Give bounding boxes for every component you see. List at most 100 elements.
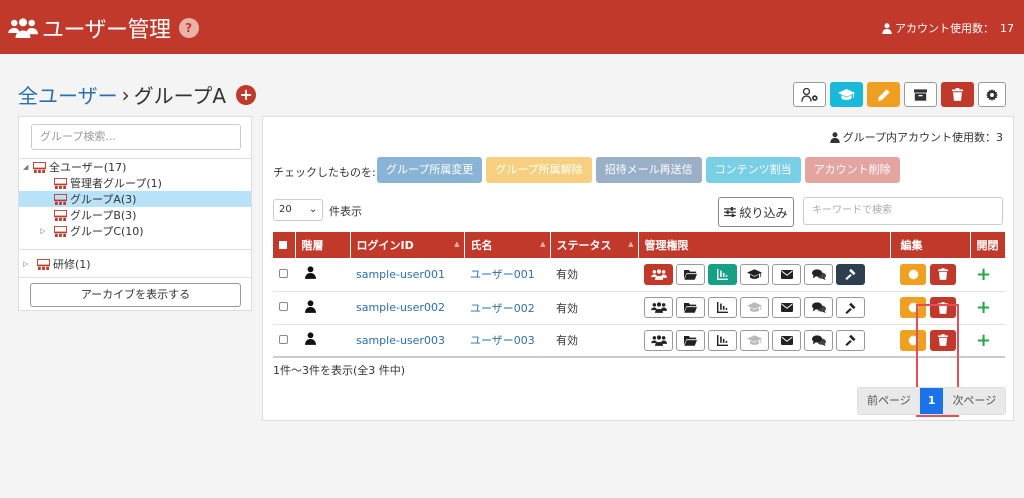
next-page-button[interactable]: 次ページ bbox=[943, 388, 1006, 414]
perm-report-button[interactable] bbox=[708, 297, 737, 318]
course-button[interactable] bbox=[830, 82, 863, 107]
tree-item-all-users[interactable]: ◢ 全ユーザー(17) bbox=[19, 159, 251, 175]
app-header: ユーザー管理 ? アカウント使用数： 17 bbox=[0, 0, 1024, 54]
breadcrumb: 全ユーザー › グループA + bbox=[18, 80, 257, 109]
column-level[interactable]: 階層 bbox=[295, 232, 351, 258]
user-settings-button[interactable] bbox=[793, 82, 826, 107]
add-group-button[interactable]: + bbox=[236, 84, 257, 105]
login-id-link[interactable]: sample-user003 bbox=[350, 324, 464, 357]
user-settings-button[interactable] bbox=[900, 263, 926, 285]
user-icon bbox=[882, 23, 892, 34]
toolbar bbox=[793, 82, 974, 107]
sort-icon: ▲ bbox=[540, 240, 546, 248]
graduation-cap-icon bbox=[747, 269, 762, 280]
perm-course-button[interactable] bbox=[740, 329, 769, 351]
keyword-search-input[interactable]: キーワードで検索 bbox=[803, 197, 1003, 225]
delete-group-button[interactable] bbox=[941, 82, 974, 107]
perm-mail-button[interactable] bbox=[772, 263, 801, 285]
perm-user-admin-button[interactable] bbox=[644, 297, 673, 318]
perm-chat-button[interactable] bbox=[804, 263, 833, 285]
expand-row-button[interactable]: + bbox=[976, 264, 991, 285]
group-search-input[interactable]: グループ検索... bbox=[31, 124, 241, 150]
tree-item-training[interactable]: ▷ 研修(1) bbox=[19, 256, 251, 272]
name-link[interactable]: ユーザー002 bbox=[464, 291, 550, 324]
perm-chat-button[interactable] bbox=[804, 297, 833, 318]
perm-chat-button[interactable] bbox=[804, 329, 833, 351]
per-page-value: 20 bbox=[279, 204, 292, 215]
column-login-id[interactable]: ログインID ▲ bbox=[350, 232, 465, 258]
tree-item-group-c[interactable]: ▷ グループC(10) bbox=[19, 223, 251, 239]
perm-mail-button[interactable] bbox=[772, 329, 801, 351]
tree-item-admin-group[interactable]: 管理者グループ(1) bbox=[19, 175, 251, 191]
perm-system-button[interactable] bbox=[836, 263, 865, 285]
users-icon bbox=[8, 17, 38, 39]
breadcrumb-all-users[interactable]: 全ユーザー bbox=[18, 80, 118, 109]
expand-row-button[interactable]: + bbox=[976, 297, 991, 318]
table-row: sample-user003 ユーザー003 有効 + bbox=[273, 324, 1005, 357]
page-1-button[interactable]: 1 bbox=[919, 388, 944, 414]
collapse-icon[interactable]: ◢ bbox=[23, 163, 33, 171]
edit-button[interactable] bbox=[867, 82, 900, 107]
gear-icon bbox=[986, 89, 998, 101]
expand-icon[interactable]: ▷ bbox=[23, 260, 37, 268]
perm-system-button[interactable] bbox=[836, 329, 865, 351]
folder-icon bbox=[684, 302, 697, 313]
group-icon bbox=[54, 194, 67, 205]
tree-item-label: グループC(10) bbox=[70, 225, 144, 238]
login-id-link[interactable]: sample-user001 bbox=[350, 258, 464, 291]
show-archive-button[interactable]: アーカイブを表示する bbox=[30, 283, 241, 307]
select-all-cell[interactable] bbox=[273, 232, 296, 258]
mail-icon bbox=[781, 336, 793, 345]
per-page-select[interactable]: 20 ⌄ bbox=[273, 199, 323, 221]
name-link[interactable]: ユーザー001 bbox=[464, 258, 550, 291]
perm-course-button[interactable] bbox=[740, 297, 769, 318]
perm-content-button[interactable] bbox=[676, 329, 705, 351]
perm-system-button[interactable] bbox=[836, 297, 865, 318]
assign-content-button[interactable]: コンテンツ割当 bbox=[705, 157, 801, 183]
checked-label: チェックしたものを: bbox=[273, 166, 376, 179]
delete-user-button[interactable] bbox=[930, 263, 956, 285]
remove-group-button[interactable]: グループ所属解除 bbox=[486, 157, 592, 183]
expand-row-button[interactable]: + bbox=[976, 330, 991, 351]
tree-item-label: 管理者グループ(1) bbox=[70, 177, 162, 190]
column-status[interactable]: ステータス ▲ bbox=[550, 232, 639, 258]
resend-invite-button[interactable]: 招待メール再送信 bbox=[595, 157, 702, 183]
row-checkbox[interactable] bbox=[279, 268, 288, 278]
perm-content-button[interactable] bbox=[676, 297, 705, 318]
perm-course-button[interactable] bbox=[740, 263, 769, 285]
login-id-link[interactable]: sample-user002 bbox=[350, 291, 464, 324]
table-header: 階層 ログインID ▲ 氏名 ▲ ステータス ▲ 管理権限 編集 開閉 bbox=[273, 232, 1005, 258]
user-icon bbox=[305, 300, 316, 313]
trash-icon bbox=[938, 268, 948, 280]
row-checkbox[interactable] bbox=[279, 302, 288, 311]
perm-report-button[interactable] bbox=[708, 263, 737, 285]
chart-icon bbox=[717, 335, 728, 346]
tree-item-group-a[interactable]: グループA(3) bbox=[19, 191, 251, 207]
user-table: 階層 ログインID ▲ 氏名 ▲ ステータス ▲ 管理権限 編集 開閉 sample-… bbox=[273, 232, 1005, 358]
settings-button[interactable] bbox=[978, 82, 1006, 107]
perm-mail-button[interactable] bbox=[772, 297, 801, 318]
prev-page-button[interactable]: 前ページ bbox=[858, 388, 920, 414]
tree-item-group-b[interactable]: グループB(3) bbox=[19, 207, 251, 223]
per-page-label: 件表示 bbox=[329, 205, 362, 218]
perm-content-button[interactable] bbox=[676, 263, 705, 285]
group-icon bbox=[33, 162, 46, 173]
account-usage-count: 17 bbox=[1000, 21, 1014, 35]
group-icon bbox=[54, 226, 67, 237]
name-link[interactable]: ユーザー003 bbox=[464, 324, 550, 357]
select-all-checkbox[interactable] bbox=[279, 240, 287, 249]
filter-button[interactable]: 絞り込み bbox=[718, 197, 794, 227]
perm-user-admin-button[interactable] bbox=[644, 263, 673, 285]
perm-report-button[interactable] bbox=[708, 329, 737, 351]
change-group-button[interactable]: グループ所属変更 bbox=[377, 157, 483, 183]
column-open: 開閉 bbox=[970, 232, 1005, 258]
expand-icon[interactable]: ▷ bbox=[40, 227, 54, 235]
help-icon[interactable]: ? bbox=[178, 18, 199, 38]
graduation-cap-icon bbox=[838, 89, 855, 101]
archive-button[interactable] bbox=[904, 82, 937, 107]
user-icon bbox=[305, 332, 316, 345]
delete-account-button[interactable]: アカウント削除 bbox=[804, 157, 900, 183]
column-name[interactable]: 氏名 ▲ bbox=[464, 232, 551, 258]
row-checkbox[interactable] bbox=[279, 334, 288, 344]
perm-user-admin-button[interactable] bbox=[644, 329, 673, 351]
